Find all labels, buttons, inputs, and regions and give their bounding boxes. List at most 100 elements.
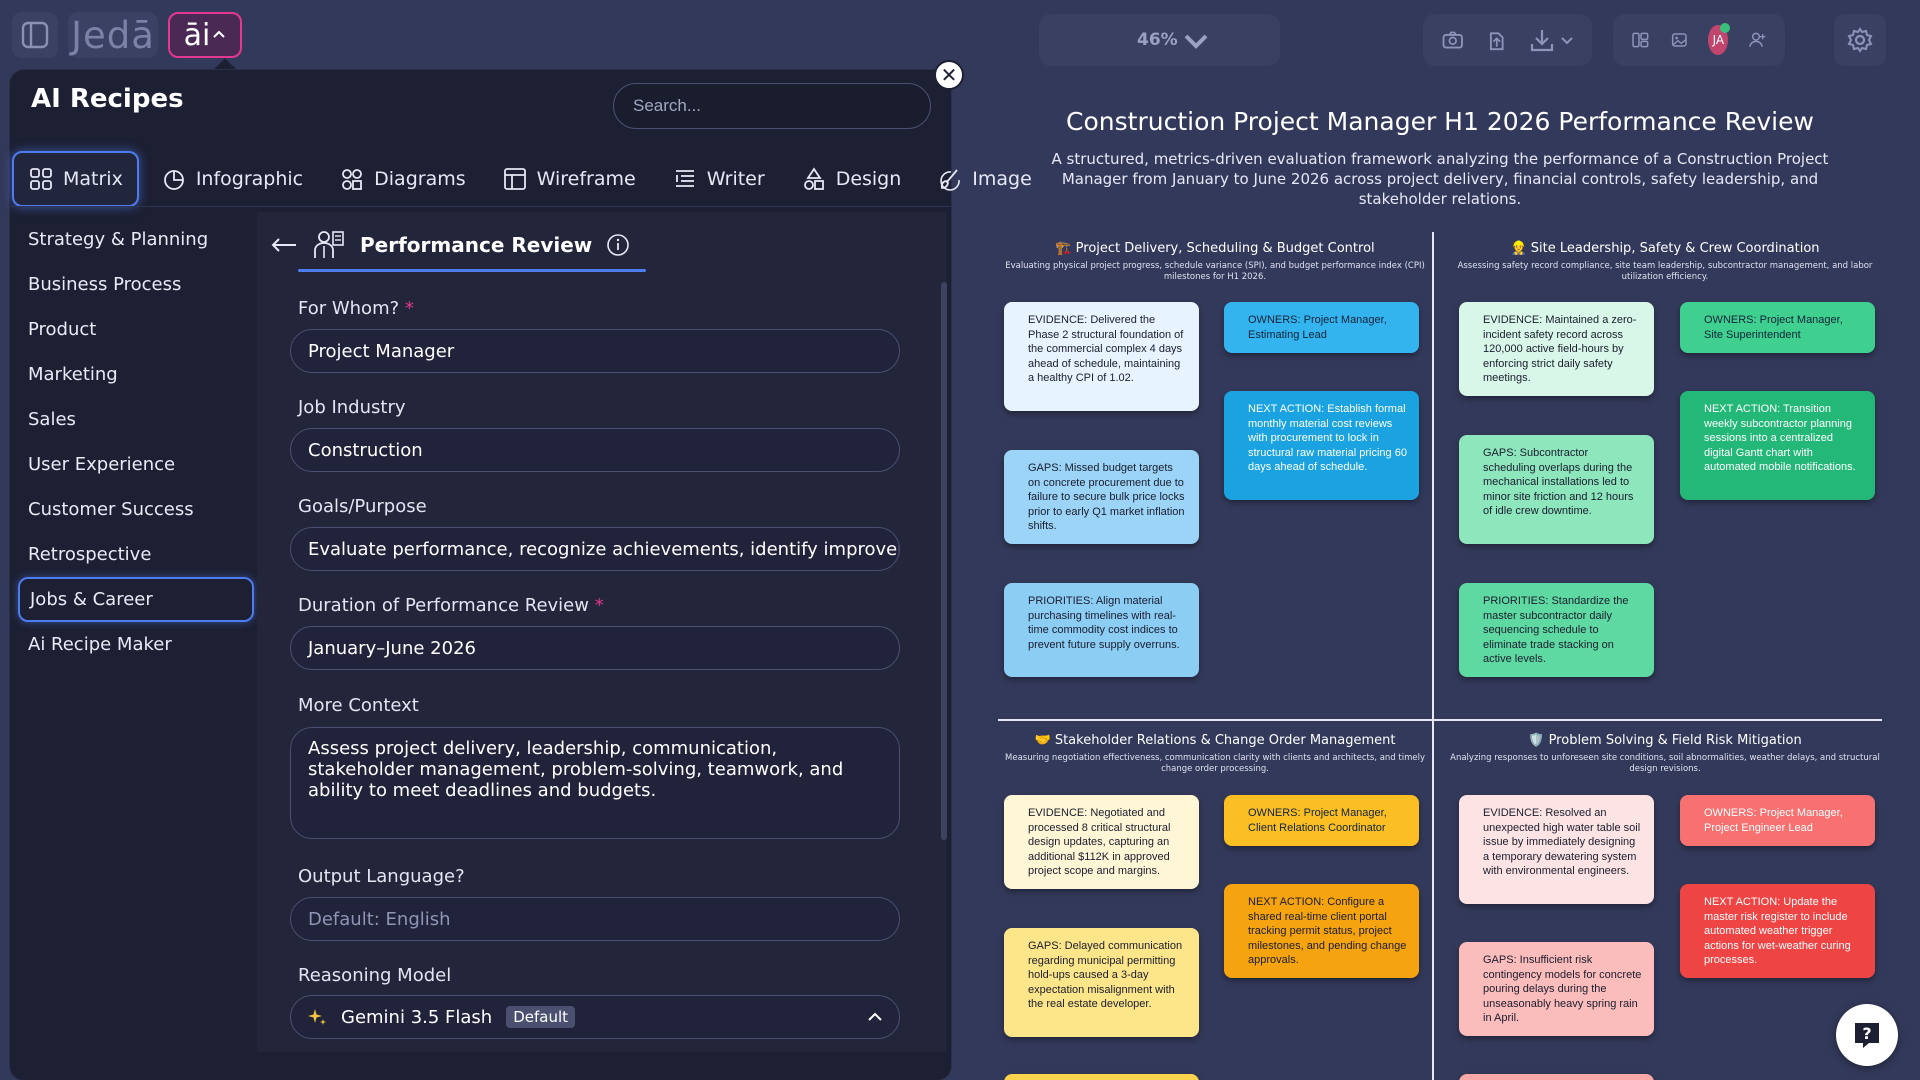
- duration-label-text: Duration of Performance Review: [298, 595, 589, 616]
- more-context-textarea[interactable]: Assess project delivery, leadership, com…: [290, 727, 900, 839]
- download-icon: [1530, 30, 1554, 52]
- zoom-level-dropdown[interactable]: 46%: [1137, 26, 1210, 54]
- ai-recipes-toggle-button[interactable]: āi: [168, 12, 242, 58]
- recipe-tabs: Matrix Infographic Diagrams Wireframe Wr…: [12, 151, 1046, 207]
- info-icon[interactable]: [606, 233, 630, 257]
- top-left-controls: Jedā āi: [12, 12, 242, 58]
- camera-icon[interactable]: [1441, 26, 1465, 54]
- quadrant-title[interactable]: 👷 Site Leadership, Safety & Crew Coordin…: [1447, 241, 1883, 256]
- priorities-note[interactable]: [1459, 1074, 1654, 1080]
- quadrant-title[interactable]: 🛡️ Problem Solving & Field Risk Mitigati…: [1447, 733, 1883, 748]
- settings-button[interactable]: [1834, 14, 1886, 66]
- app-logo[interactable]: Jedā: [68, 12, 158, 58]
- duration-input[interactable]: January–June 2026: [290, 626, 900, 670]
- evidence-note[interactable]: EVIDENCE: Negotiated and processed 8 cri…: [1004, 795, 1199, 889]
- quadrant-description[interactable]: Evaluating physical project progress, sc…: [997, 261, 1433, 283]
- online-status-dot: [1720, 23, 1731, 33]
- priorities-note[interactable]: PRIORITIES: Standardize the master subco…: [1459, 583, 1654, 677]
- tab-diagrams[interactable]: Diagrams: [325, 151, 479, 207]
- document-title[interactable]: Construction Project Manager H1 2026 Per…: [960, 107, 1920, 136]
- evidence-note[interactable]: EVIDENCE: Maintained a zero-incident saf…: [1459, 302, 1654, 396]
- category-sales[interactable]: Sales: [18, 397, 254, 442]
- next-action-note[interactable]: NEXT ACTION: Transition weekly subcontra…: [1680, 391, 1875, 500]
- pie-chart-icon: [163, 170, 184, 190]
- for-whom-label-text: For Whom?: [298, 298, 400, 319]
- gear-icon: [1847, 27, 1873, 53]
- back-arrow-icon[interactable]: [270, 235, 298, 255]
- owners-note[interactable]: OWNERS: Project Manager, Project Enginee…: [1680, 795, 1875, 846]
- quadrant-title[interactable]: 🏗️ Project Delivery, Scheduling & Budget…: [997, 241, 1433, 256]
- recipe-breadcrumb: Performance Review: [270, 228, 630, 262]
- sidebar-toggle-button[interactable]: [12, 12, 58, 58]
- owners-note[interactable]: OWNERS: Project Manager, Client Relation…: [1224, 795, 1419, 846]
- gaps-note[interactable]: GAPS: Insufficient risk contingency mode…: [1459, 942, 1654, 1036]
- brush-icon: [940, 169, 961, 191]
- tab-label: Matrix: [63, 168, 123, 190]
- owners-note[interactable]: OWNERS: Project Manager, Estimating Lead: [1224, 302, 1419, 353]
- category-product[interactable]: Product: [18, 307, 254, 352]
- tab-label: Diagrams: [374, 168, 466, 190]
- tab-label: Writer: [706, 168, 765, 190]
- recipe-title: Performance Review: [360, 233, 593, 257]
- tab-image[interactable]: Image: [923, 151, 1046, 207]
- image-gallery-icon[interactable]: [1670, 26, 1689, 54]
- wireframe-icon: [503, 168, 526, 190]
- next-action-note[interactable]: NEXT ACTION: Establish formal monthly ma…: [1224, 391, 1419, 500]
- category-jobs-career[interactable]: Jobs & Career: [18, 577, 254, 622]
- tab-design[interactable]: Design: [787, 151, 916, 207]
- quadrant-title[interactable]: 🤝 Stakeholder Relations & Change Order M…: [997, 733, 1433, 748]
- tab-wireframe[interactable]: Wireframe: [488, 151, 650, 207]
- default-badge: Default: [506, 1006, 576, 1028]
- goals-input[interactable]: Evaluate performance, recognize achievem…: [290, 527, 900, 571]
- writer-icon: [675, 170, 694, 187]
- performance-review-icon: [314, 231, 344, 258]
- category-business-process[interactable]: Business Process: [18, 262, 254, 307]
- gaps-note[interactable]: GAPS: Subcontractor scheduling overlaps …: [1459, 435, 1654, 544]
- category-customer-success[interactable]: Customer Success: [18, 487, 254, 532]
- reasoning-model-label: Reasoning Model: [298, 965, 452, 986]
- tab-label: Design: [835, 168, 902, 190]
- add-user-icon[interactable]: [1748, 26, 1767, 54]
- download-dropdown[interactable]: [1528, 26, 1574, 54]
- zoom-level: 46%: [1137, 30, 1178, 50]
- next-action-note[interactable]: NEXT ACTION: Update the master risk regi…: [1680, 884, 1875, 978]
- priorities-note[interactable]: [1004, 1074, 1199, 1080]
- next-action-note[interactable]: NEXT ACTION: Configure a shared real-tim…: [1224, 884, 1419, 978]
- model-name: Gemini 3.5 Flash: [341, 1006, 493, 1028]
- evidence-note[interactable]: EVIDENCE: Delivered the Phase 2 structur…: [1004, 302, 1199, 411]
- user-initials: JA: [1712, 33, 1725, 47]
- gaps-note[interactable]: GAPS: Missed budget targets on concrete …: [1004, 450, 1199, 544]
- tab-writer[interactable]: Writer: [658, 151, 779, 207]
- quadrant-description[interactable]: Analyzing responses to unforeseen site c…: [1447, 753, 1883, 775]
- output-language-input[interactable]: Default: English: [290, 897, 900, 941]
- document-subtitle[interactable]: A structured, metrics-driven evaluation …: [960, 149, 1920, 209]
- job-industry-input[interactable]: Construction: [290, 428, 900, 472]
- upload-icon[interactable]: [1485, 26, 1509, 54]
- category-strategy-planning[interactable]: Strategy & Planning: [18, 217, 254, 262]
- evidence-note[interactable]: EVIDENCE: Resolved an unexpected high wa…: [1459, 795, 1654, 904]
- output-language-label: Output Language?: [298, 866, 465, 887]
- help-button[interactable]: ?: [1836, 1004, 1898, 1066]
- chevron-down-icon: [1184, 34, 1208, 49]
- history-zoom-toolbar: 46%: [1039, 14, 1280, 66]
- form-scrollbar[interactable]: [941, 282, 947, 840]
- owners-note[interactable]: OWNERS: Project Manager, Site Superinten…: [1680, 302, 1875, 353]
- category-retrospective[interactable]: Retrospective: [18, 532, 254, 577]
- tab-matrix[interactable]: Matrix: [12, 151, 139, 207]
- category-marketing[interactable]: Marketing: [18, 352, 254, 397]
- gaps-note[interactable]: GAPS: Delayed communication regarding mu…: [1004, 928, 1199, 1037]
- category-user-experience[interactable]: User Experience: [18, 442, 254, 487]
- tab-infographic[interactable]: Infographic: [147, 151, 317, 207]
- priorities-note[interactable]: PRIORITIES: Align material purchasing ti…: [1004, 583, 1199, 677]
- close-panel-button[interactable]: ✕: [934, 60, 964, 90]
- reasoning-model-select[interactable]: Gemini 3.5 Flash Default: [290, 995, 900, 1039]
- chevron-up-icon: [213, 30, 226, 38]
- quadrant-description[interactable]: Assessing safety record compliance, site…: [1447, 261, 1883, 283]
- user-avatar[interactable]: JA: [1708, 23, 1731, 55]
- search-input[interactable]: [613, 83, 931, 129]
- quadrant-description[interactable]: Measuring negotiation effectiveness, com…: [997, 753, 1433, 775]
- category-ai-recipe-maker[interactable]: Ai Recipe Maker: [18, 622, 254, 667]
- panel-title: AI Recipes: [31, 84, 184, 114]
- layout-panel-icon[interactable]: [1631, 26, 1650, 54]
- for-whom-input[interactable]: Project Manager: [290, 329, 900, 373]
